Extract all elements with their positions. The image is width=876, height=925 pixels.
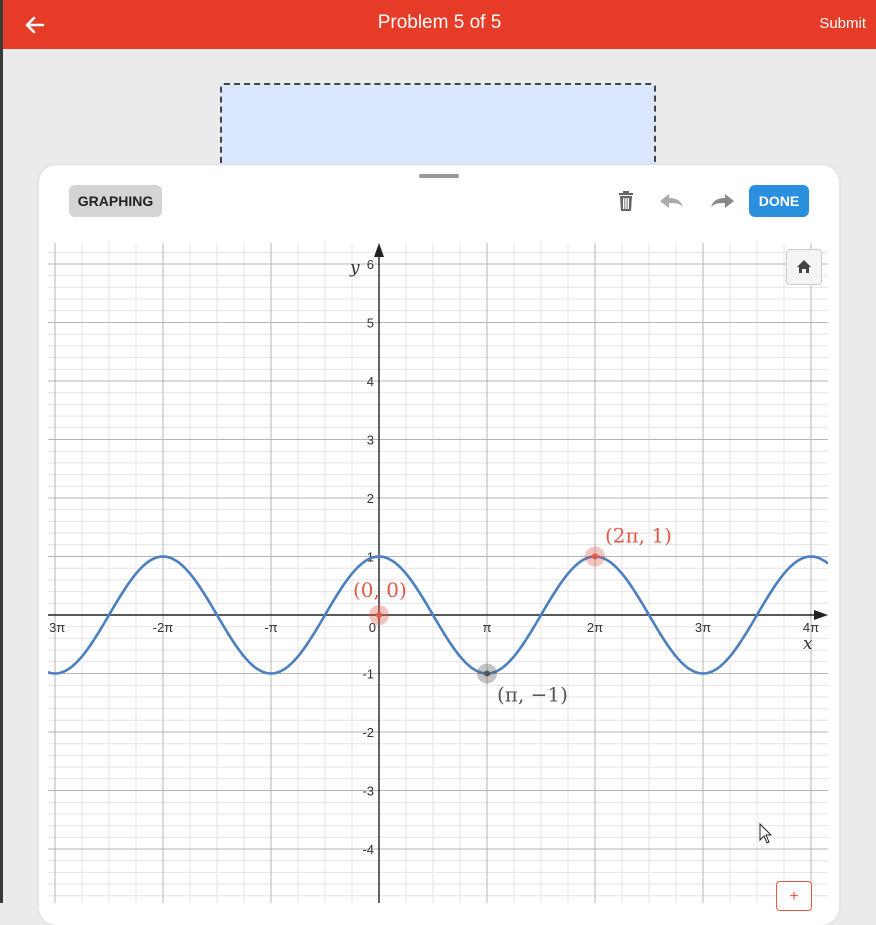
mouse-cursor-icon	[759, 823, 773, 844]
y-axis-label: y	[349, 258, 360, 278]
y-tick-label: 2	[367, 491, 374, 506]
home-button[interactable]	[786, 249, 822, 285]
x-tick-label: -3π	[48, 620, 65, 635]
x-tick-label: 4π	[803, 620, 819, 635]
add-point-button[interactable]: +	[776, 881, 812, 911]
top-bar: Problem 5 of 5 Submit	[3, 0, 876, 49]
x-axis-label: x	[803, 634, 813, 654]
y-tick-label: 6	[367, 257, 374, 272]
y-tick-label: 4	[367, 374, 374, 389]
y-tick-label: -2	[362, 725, 374, 740]
window-edge	[0, 0, 3, 903]
home-icon	[797, 260, 811, 273]
x-tick-label: -2π	[153, 620, 174, 635]
redo-button[interactable]	[707, 186, 737, 216]
point-label: (π, −1)	[497, 683, 568, 707]
y-tick-label: 5	[367, 316, 374, 331]
page-title: Problem 5 of 5	[377, 12, 502, 33]
point-marker[interactable]	[484, 670, 490, 677]
undo-button[interactable]	[657, 186, 687, 216]
redo-icon	[711, 194, 734, 208]
x-tick-label: -π	[264, 620, 277, 635]
minor-grid	[48, 243, 828, 903]
x-tick-label: 3π	[695, 620, 711, 635]
x-tick-label: π	[483, 620, 492, 635]
y-tick-label: 3	[367, 433, 374, 448]
point-label: (0, 0)	[353, 578, 407, 602]
graphing-mode-button[interactable]: GRAPHING	[69, 185, 162, 217]
y-tick-label: -4	[362, 842, 374, 857]
undo-icon	[660, 194, 683, 208]
point-marker[interactable]	[592, 553, 598, 560]
drag-handle[interactable]	[419, 174, 459, 178]
y-axis	[374, 243, 384, 903]
submit-button[interactable]: Submit	[819, 15, 866, 32]
y-tick-label: -3	[362, 784, 374, 799]
x-axis	[48, 610, 828, 620]
point-label: (2π, 1)	[605, 524, 672, 548]
trash-button[interactable]	[611, 186, 641, 216]
point-marker[interactable]	[376, 612, 382, 618]
x-tick-labels: -3π-2π-π0π2π3π4π	[48, 620, 819, 635]
y-tick-label: -1	[362, 667, 374, 682]
done-button[interactable]: DONE	[749, 185, 809, 217]
x-tick-label: 2π	[587, 620, 603, 635]
graph-canvas[interactable]: -3π-2π-π0π2π3π4π 654321-1-2-3-4 y x (2π,…	[48, 243, 828, 903]
trash-icon	[619, 191, 633, 211]
major-grid	[48, 243, 828, 903]
